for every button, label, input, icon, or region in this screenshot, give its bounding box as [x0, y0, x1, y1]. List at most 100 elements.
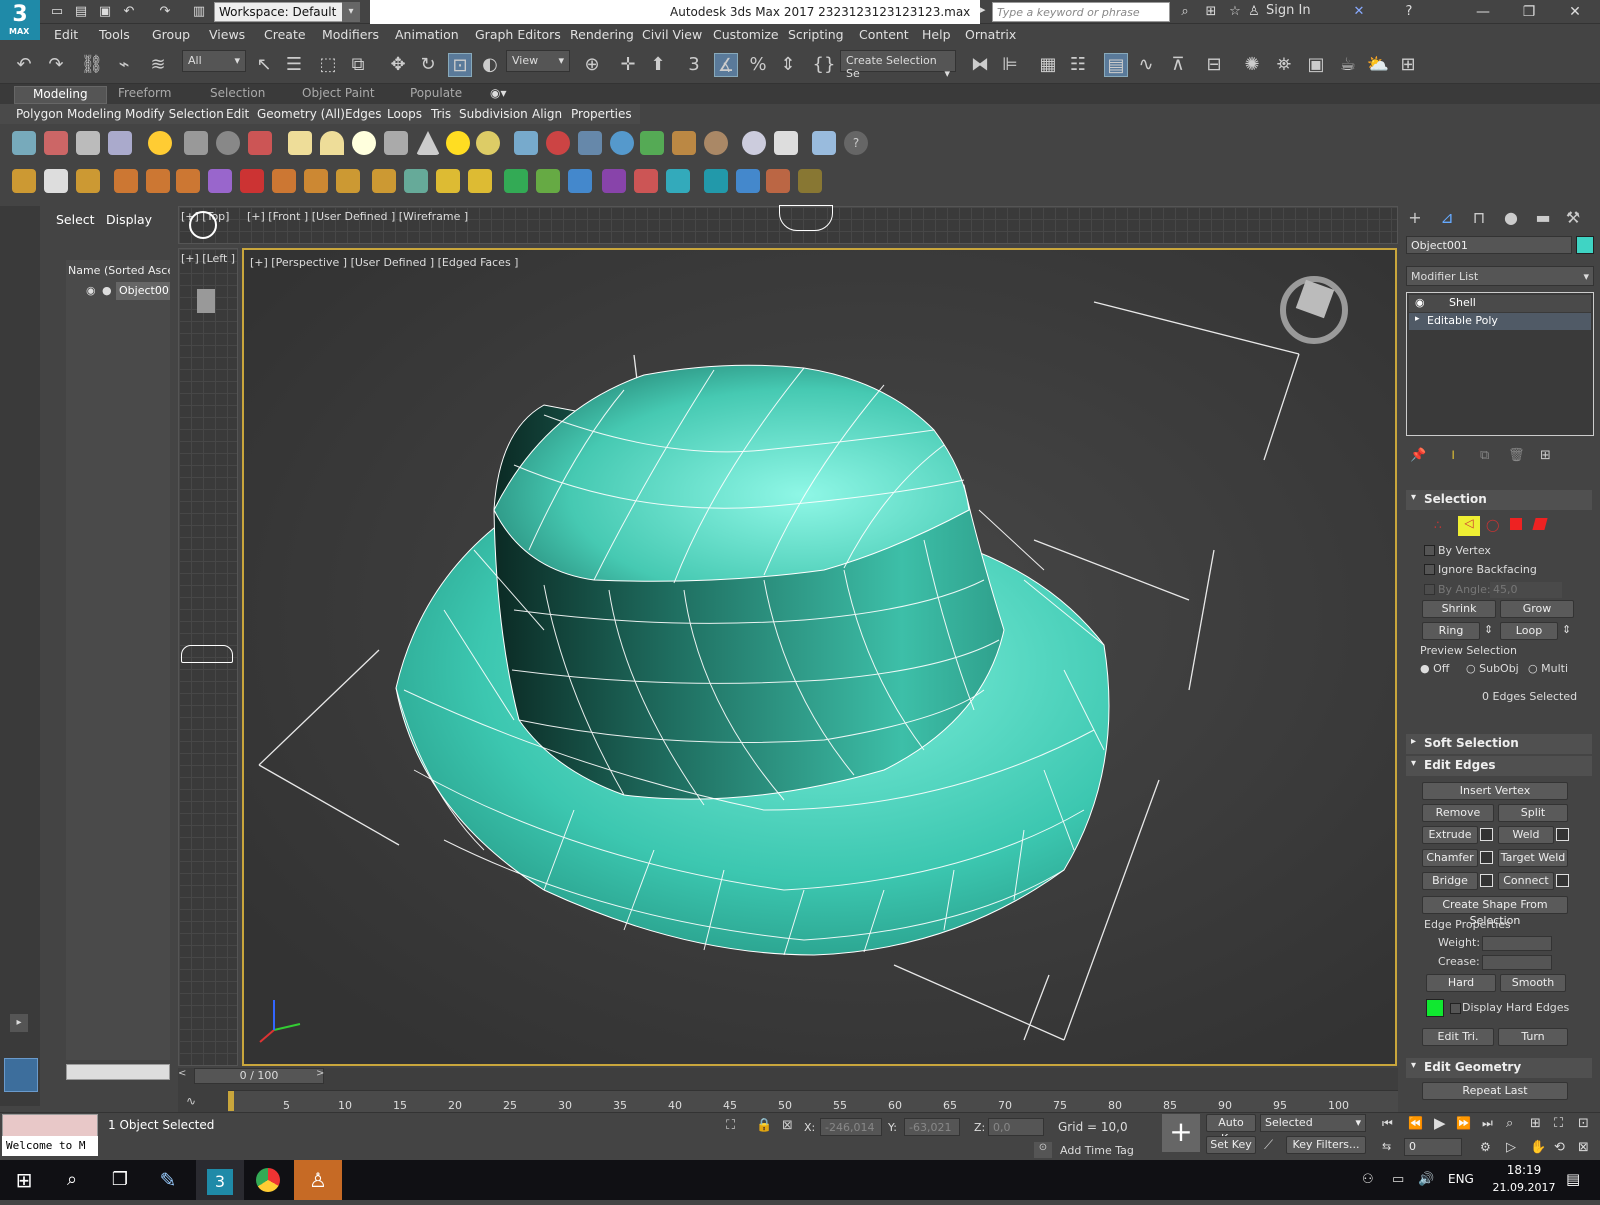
tab-modeling[interactable]: Modeling [14, 86, 107, 104]
hook-icon[interactable] [146, 169, 170, 193]
split-button[interactable]: Split [1498, 804, 1568, 822]
spinner-snap-icon[interactable]: ⇕ [776, 53, 800, 77]
time-tag-icon[interactable]: ⊙ [1034, 1142, 1052, 1158]
multiplier-icon[interactable] [436, 169, 460, 193]
sun-icon[interactable] [446, 131, 470, 155]
bend-icon[interactable] [304, 169, 328, 193]
preview-subobj-radio[interactable]: ○ SubObj [1466, 662, 1519, 675]
surface-comb-icon[interactable] [704, 169, 728, 193]
edge-mode-icon[interactable]: ◁ [1458, 516, 1480, 536]
weld-settings-icon[interactable] [1556, 828, 1569, 841]
rotate-icon[interactable]: ↻ [416, 53, 440, 77]
help-circle-icon[interactable]: ? [844, 131, 868, 155]
panel-edges[interactable]: Edges [345, 107, 381, 121]
hard-button[interactable]: Hard [1426, 974, 1496, 992]
modifier-list-dropdown[interactable]: Modifier List ▾ [1406, 266, 1594, 286]
expand-icon[interactable]: ▸ [10, 1014, 28, 1032]
schematic-view-icon[interactable]: ⊟ [1202, 53, 1226, 77]
panel-loops[interactable]: Loops [387, 107, 422, 121]
key-filters-button[interactable]: Key Filters... [1286, 1136, 1366, 1154]
sign-in-link[interactable]: Sign In [1266, 3, 1311, 18]
camera-icon[interactable] [184, 131, 208, 155]
fur-ball-icon[interactable] [704, 131, 728, 155]
hat-model[interactable] [244, 250, 1397, 1066]
close-button[interactable]: ✕ [1552, 0, 1598, 24]
render-settings-icon[interactable] [798, 169, 822, 193]
next-frame-icon[interactable]: ⏩ [1456, 1116, 1471, 1130]
hard-edge-color-swatch[interactable] [1426, 999, 1444, 1017]
panel-properties[interactable]: Properties [571, 107, 632, 121]
notifications-icon[interactable]: ▤ [1566, 1170, 1580, 1188]
panel-polygon-modeling[interactable]: Polygon Modeling [16, 107, 122, 121]
configure-modifier-sets-icon[interactable]: ⊞ [1540, 448, 1551, 463]
placement-icon[interactable]: ◐ [478, 53, 502, 77]
table-icon[interactable] [108, 131, 132, 155]
shrink-button[interactable]: Shrink [1422, 600, 1496, 618]
bridge-button[interactable]: Bridge [1422, 872, 1478, 890]
front-viewport-label[interactable]: [+] [Front ] [User Defined ] [Wireframe … [247, 210, 468, 223]
named-selection-set-dropdown[interactable]: Create Selection Se ▾ [840, 50, 956, 80]
curve-editor-mini-icon[interactable]: ∿ [186, 1094, 196, 1108]
viewport-perspective[interactable]: [+] [Perspective ] [User Defined ] [Edge… [242, 248, 1397, 1066]
maxscript-output[interactable]: Welcome to M [2, 1136, 98, 1156]
menu-animation[interactable]: Animation [395, 27, 459, 42]
wave-icon[interactable] [272, 169, 296, 193]
eye-icon[interactable]: ◉ [1415, 296, 1425, 309]
grow-button[interactable]: Grow [1500, 600, 1574, 618]
y-coordinate-field[interactable]: -63,021 [904, 1118, 960, 1136]
edit-named-selection-icon[interactable]: {} [812, 53, 836, 77]
menu-help[interactable]: Help [922, 27, 951, 42]
subscription-icon[interactable]: ⊞ [1202, 3, 1220, 20]
display-tab-icon[interactable]: ▬ [1532, 208, 1554, 230]
curl-icon[interactable] [114, 169, 138, 193]
explorer-layout-icon[interactable] [4, 1058, 38, 1092]
time-slider[interactable]: 0 / 100 [194, 1068, 324, 1084]
export-icon[interactable] [812, 131, 836, 155]
keyboard-shortcut-override-icon[interactable]: ⬆ [646, 53, 670, 77]
go-to-start-icon[interactable]: ⏮ [1382, 1116, 1393, 1131]
panel-subdivision[interactable]: Subdivision [459, 107, 528, 121]
chevron-strands-icon[interactable] [372, 169, 396, 193]
3dsmax-taskbar-icon[interactable]: 3 [196, 1160, 244, 1200]
remove-button[interactable]: Remove [1422, 804, 1494, 822]
chevron-left-icon[interactable]: < [178, 1068, 192, 1084]
sphere-light-icon[interactable] [352, 131, 376, 155]
ring-button[interactable]: Ring [1422, 622, 1480, 640]
insert-vertex-button[interactable]: Insert Vertex [1422, 782, 1568, 800]
push-away-icon[interactable] [404, 169, 428, 193]
chevron-right-icon[interactable]: > [316, 1068, 330, 1084]
new-icon[interactable]: ▭ [48, 3, 66, 20]
tab-populate[interactable]: Populate [410, 86, 462, 100]
chevron-right-icon[interactable]: ▸ [980, 3, 986, 16]
time-configuration-icon[interactable]: ⚙ [1480, 1140, 1491, 1154]
turn-button[interactable]: Turn [1498, 1028, 1568, 1046]
vertex-mode-icon[interactable]: ∴ [1434, 518, 1442, 532]
task-view-icon[interactable]: ❐ [96, 1160, 144, 1200]
extrude-button[interactable]: Extrude [1422, 826, 1478, 844]
create-shape-button[interactable]: Create Shape From Selection [1422, 896, 1568, 927]
select-by-name-icon[interactable]: ☰ [282, 53, 306, 77]
add-time-tag[interactable]: Add Time Tag [1060, 1144, 1134, 1157]
clump-icon[interactable] [208, 169, 232, 193]
sky-icon[interactable] [476, 131, 500, 155]
list-icon[interactable] [76, 131, 100, 155]
menu-content[interactable]: Content [859, 27, 909, 42]
crease-spinner[interactable] [1482, 955, 1552, 970]
pivot-center-icon[interactable]: ⊕ [580, 53, 604, 77]
border-mode-icon[interactable]: ◯ [1486, 518, 1499, 532]
undo-quick-icon[interactable]: ↶ [120, 3, 138, 20]
render-production-icon[interactable]: ☕ [1336, 53, 1360, 77]
loop-spinner-icon[interactable]: ⇕ [1562, 623, 1571, 636]
panel-modify-selection[interactable]: Modify Selection [125, 107, 224, 121]
teapot-gray-icon[interactable] [384, 131, 408, 155]
zoom-all-icon[interactable]: ⊞ [1530, 1116, 1541, 1131]
object-name-field[interactable]: Object001 [1406, 236, 1572, 254]
percent-snap-icon[interactable]: % [746, 53, 770, 77]
panel-align[interactable]: Align [532, 107, 562, 121]
zoom-icon[interactable]: ⌕ [1506, 1116, 1513, 1131]
x-coordinate-field[interactable]: -246,014 [820, 1118, 882, 1136]
bridge-settings-icon[interactable] [1480, 874, 1493, 887]
angle-snap-icon[interactable]: ∡ [714, 53, 738, 77]
app-menu-button[interactable]: 3 MAX [0, 0, 40, 40]
braid-icon[interactable] [336, 169, 360, 193]
